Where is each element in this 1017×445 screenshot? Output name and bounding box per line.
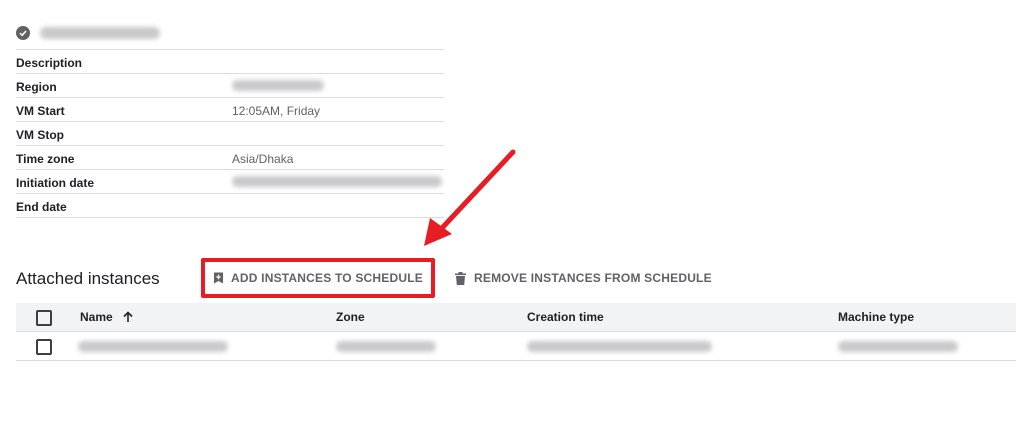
instance-machine-type-redacted	[838, 341, 958, 352]
remove-instances-label: REMOVE INSTANCES FROM SCHEDULE	[474, 271, 712, 285]
detail-value: 12:05AM, Friday	[232, 104, 321, 118]
table-row[interactable]	[16, 332, 1016, 361]
instance-zone-redacted	[336, 341, 436, 352]
row-checkbox[interactable]	[36, 339, 52, 355]
instances-table-header: Name Zone Creation time Machine type	[16, 303, 1016, 332]
detail-row-time-zone: Time zone Asia/Dhaka	[16, 145, 444, 169]
add-instances-label: ADD INSTANCES TO SCHEDULE	[231, 271, 423, 285]
detail-label: VM Stop	[16, 128, 64, 142]
detail-label: End date	[16, 200, 67, 214]
detail-row-vm-start: VM Start 12:05AM, Friday	[16, 97, 444, 121]
detail-row-vm-stop: VM Stop	[16, 121, 444, 145]
detail-row-region: Region	[16, 73, 444, 97]
remove-instances-button[interactable]: REMOVE INSTANCES FROM SCHEDULE	[455, 269, 712, 287]
schedule-details-table: Description Region VM Start 12:05AM, Fri…	[16, 49, 444, 218]
arrow-up-icon	[123, 311, 133, 322]
attached-instances-title: Attached instances	[16, 269, 160, 288]
schedule-name-redacted	[40, 27, 160, 39]
detail-value: Asia/Dhaka	[232, 152, 294, 166]
check-circle-icon	[16, 26, 30, 40]
detail-row-end-date: End date	[16, 193, 444, 218]
region-value-redacted	[232, 80, 324, 91]
add-bookmark-icon	[214, 272, 224, 284]
instance-name-redacted	[78, 341, 228, 352]
detail-label: Time zone	[16, 152, 75, 166]
add-instances-button[interactable]: ADD INSTANCES TO SCHEDULE	[201, 258, 435, 298]
select-all-checkbox[interactable]	[36, 310, 52, 326]
detail-label: Region	[16, 80, 57, 94]
detail-label: Description	[16, 56, 83, 70]
instance-creation-time-redacted	[527, 341, 712, 352]
detail-label: VM Start	[16, 104, 65, 118]
detail-label: Initiation date	[16, 176, 94, 190]
trash-icon	[455, 271, 466, 285]
initiation-date-redacted	[232, 176, 442, 187]
column-creation-time-header[interactable]: Creation time	[527, 310, 604, 324]
detail-row-description: Description	[16, 49, 444, 73]
column-zone-header[interactable]: Zone	[336, 310, 365, 324]
schedule-header	[16, 24, 160, 42]
column-name-header[interactable]: Name	[80, 310, 134, 324]
column-machine-type-header[interactable]: Machine type	[838, 310, 914, 324]
column-label: Name	[80, 310, 113, 324]
detail-row-initiation-date: Initiation date	[16, 169, 444, 193]
